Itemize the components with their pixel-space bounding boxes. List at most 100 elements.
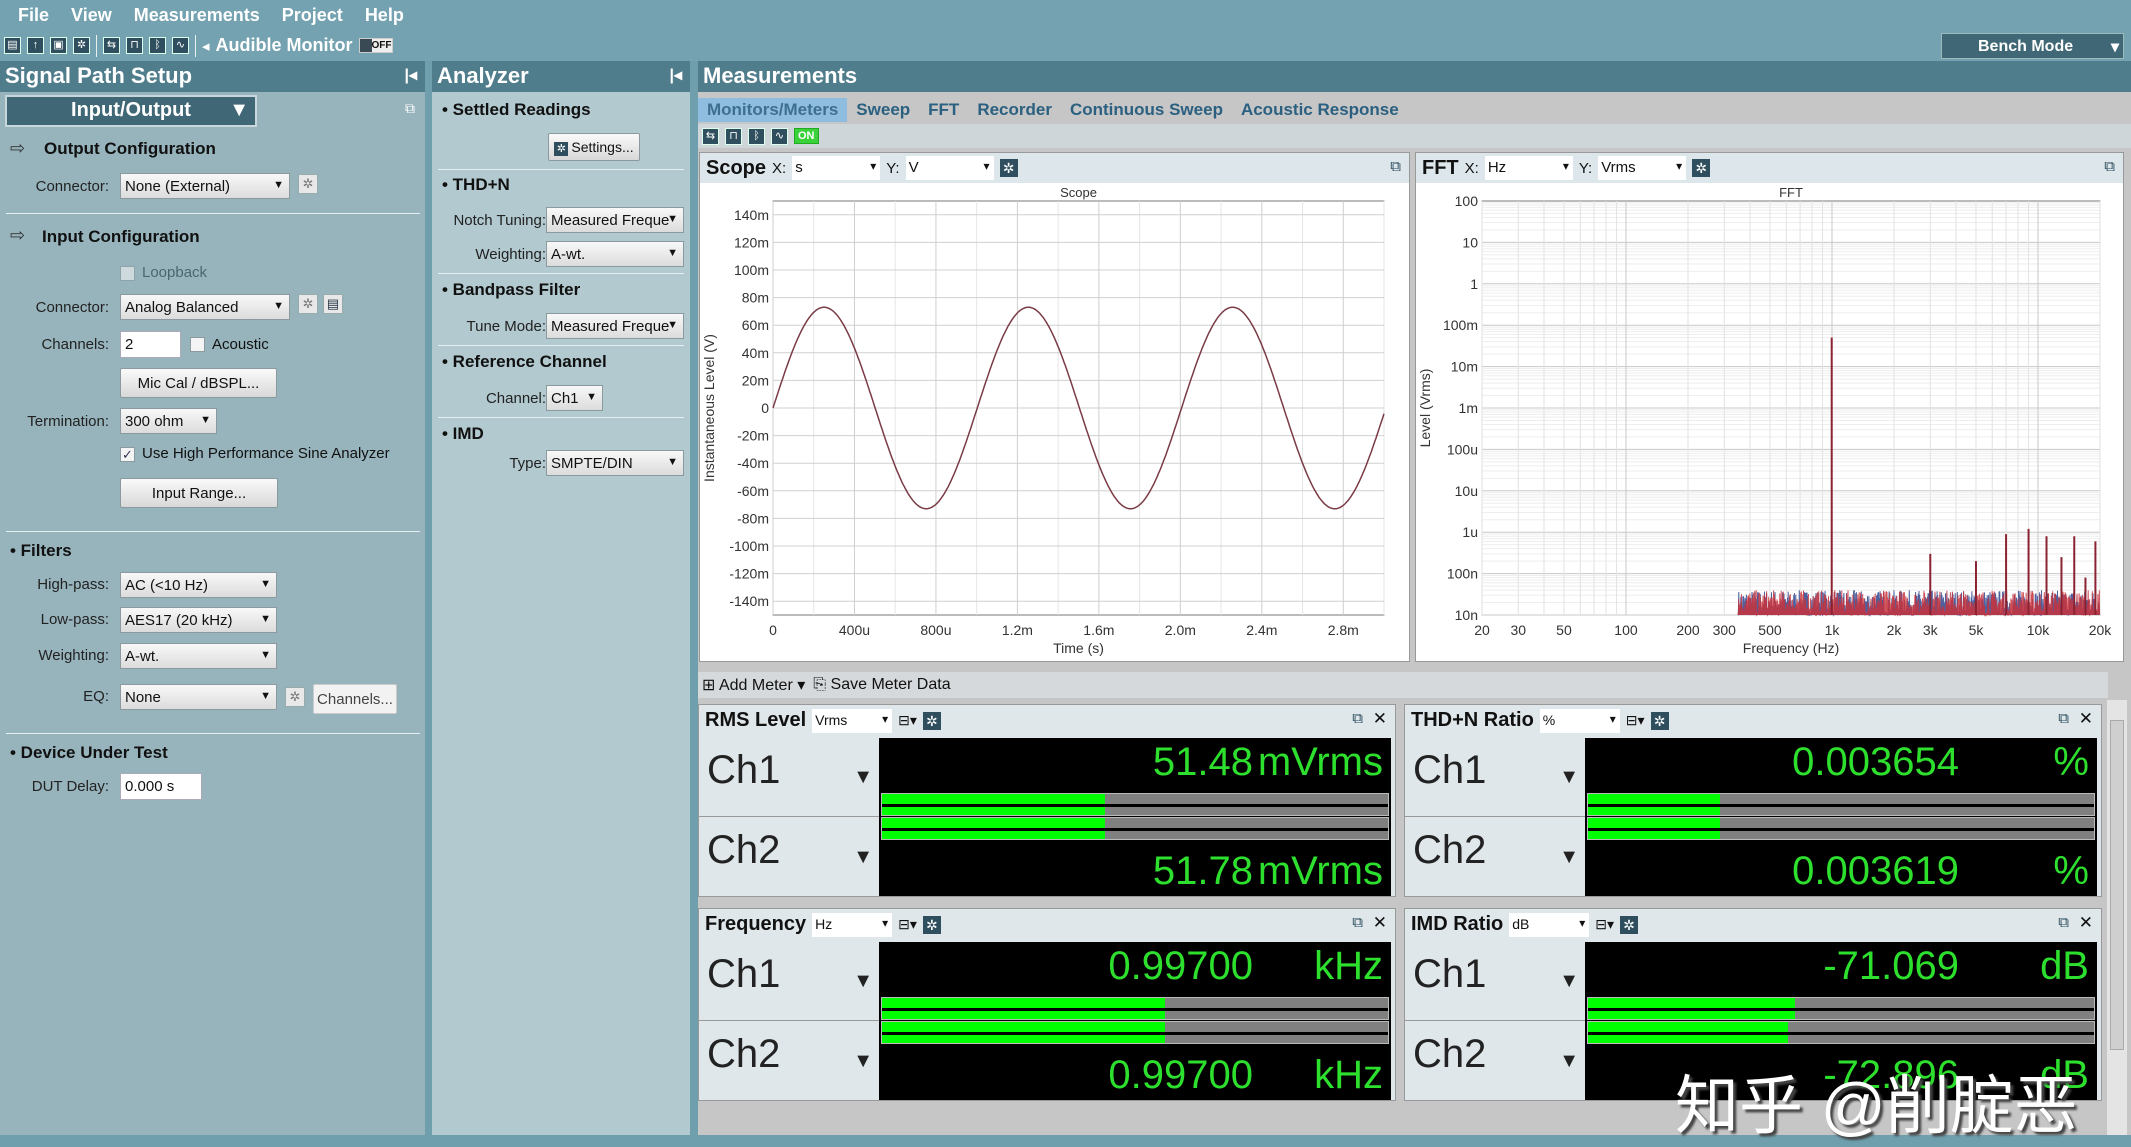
high-performance-checkbox[interactable]: ✓ (120, 447, 135, 462)
tab-fft[interactable]: FFT (919, 98, 968, 122)
open-icon[interactable]: ↑ (27, 37, 44, 54)
input-range-button[interactable]: Input Range... (120, 478, 278, 508)
loopback-checkbox[interactable] (120, 266, 135, 281)
new-file-icon[interactable]: ▤ (4, 37, 21, 54)
gear-icon[interactable]: ✲ (922, 915, 941, 934)
channel-dropdown-arrow[interactable]: ▼ (853, 846, 873, 869)
lowpass-dropdown[interactable]: AES17 (20 kHz) (120, 607, 277, 633)
popout-icon[interactable]: ⧉ (2104, 158, 2115, 175)
fft-y-unit-select[interactable]: Vrms (1598, 156, 1687, 180)
chart-icon[interactable]: ⊟▾ (1626, 712, 1645, 729)
save-meter-data-button[interactable]: ⎘ Save Meter Data (813, 676, 950, 694)
tab-recorder[interactable]: Recorder (968, 98, 1061, 122)
menu-view[interactable]: View (71, 5, 112, 26)
termination-dropdown[interactable]: 300 ohm (120, 408, 217, 434)
channel-dropdown-arrow[interactable]: ▼ (853, 970, 873, 993)
acoustic-checkbox[interactable] (190, 337, 205, 352)
highpass-dropdown[interactable]: AC (<10 Hz) (120, 572, 277, 598)
meter-unit-select[interactable]: % (1539, 708, 1620, 733)
scope-y-unit-select[interactable]: V (905, 156, 994, 180)
gear-icon[interactable]: ✲ (1692, 159, 1711, 177)
scope-x-unit-select[interactable]: s (792, 156, 881, 180)
meter-display: 0.003654% 0.003619% (1585, 738, 2097, 896)
popout-icon[interactable]: ⧉ (1352, 710, 1363, 727)
meter-unit-select[interactable]: dB (1509, 912, 1590, 937)
generator-toggle[interactable]: ON (794, 128, 819, 144)
close-icon[interactable]: ✕ (1373, 913, 1387, 933)
meter-rms-level: RMS LevelVrms⊟▾✲⧉✕51.48mVrms51.78mVrmsCh… (698, 704, 1396, 897)
scrollbar-thumb[interactable] (2110, 720, 2124, 1050)
bluetooth-icon[interactable]: ᛒ (748, 127, 765, 145)
popout-icon[interactable]: ⧉ (2058, 914, 2069, 931)
fft-x-unit-select[interactable]: Hz (1484, 156, 1573, 180)
pulse-icon[interactable]: ⊓ (725, 127, 742, 145)
gear-icon[interactable]: ✲ (1619, 915, 1638, 934)
y-axis-label: Instantaneous Level (V) (701, 334, 717, 482)
chart-icon[interactable]: ⊟▾ (898, 712, 917, 729)
meter-unit-select[interactable]: Vrms (812, 708, 893, 733)
popout-icon[interactable]: ⧉ (2058, 710, 2069, 727)
popout-icon[interactable]: ⧉ (405, 100, 415, 117)
settings-button[interactable]: ✲ Settings... (548, 133, 640, 161)
menu-project[interactable]: Project (282, 5, 343, 26)
tab-sweep[interactable]: Sweep (847, 98, 919, 122)
pin-icon[interactable]: |◂ (669, 65, 682, 85)
channel-dropdown-arrow[interactable]: ▼ (1559, 846, 1579, 869)
weighting-dropdown[interactable]: A-wt. (120, 643, 277, 669)
tab-continuous-sweep[interactable]: Continuous Sweep (1061, 98, 1232, 122)
meter-unit-select[interactable]: Hz (812, 912, 893, 937)
output-connector-dropdown[interactable]: None (External) (120, 173, 290, 199)
chart-icon[interactable]: ⊟▾ (1595, 916, 1614, 933)
popout-icon[interactable]: ⧉ (1352, 914, 1363, 931)
mic-cal-button[interactable]: Mic Cal / dBSPL... (120, 368, 277, 398)
close-icon[interactable]: ✕ (2079, 913, 2093, 933)
imd-type-dropdown[interactable]: SMPTE/DIN (546, 450, 684, 476)
panel-icon[interactable]: ▤ (323, 294, 343, 314)
audible-monitor-toggle[interactable]: OFF (358, 38, 393, 53)
menu-file[interactable]: File (18, 5, 49, 26)
gear-icon[interactable]: ✲ (922, 711, 941, 730)
channel-dropdown-arrow[interactable]: ▼ (1559, 766, 1579, 789)
close-icon[interactable]: ✕ (2079, 709, 2093, 729)
gear-icon[interactable]: ✲ (999, 159, 1018, 177)
bench-mode-dropdown[interactable]: Bench Mode ▾ (1941, 33, 2124, 59)
pulse-icon[interactable]: ⊓ (126, 37, 143, 54)
gear-icon[interactable]: ✲ (298, 294, 318, 314)
tab-monitors-meters[interactable]: Monitors/Meters (698, 98, 848, 122)
chart-icon[interactable]: ⊟▾ (898, 916, 917, 933)
waveform-add-icon[interactable]: ∿ (771, 127, 788, 145)
tab-acoustic-response[interactable]: Acoustic Response (1232, 98, 1408, 122)
reference-channel-dropdown[interactable]: Ch1 (546, 385, 603, 411)
eq-channels-button[interactable]: Channels... (313, 684, 397, 714)
channel-dropdown-arrow[interactable]: ▼ (1559, 970, 1579, 993)
tune-mode-dropdown[interactable]: Measured Freque (546, 313, 684, 339)
gear-icon[interactable]: ✲ (298, 174, 318, 194)
view-select-dropdown[interactable]: Input/Output ▼ (5, 95, 257, 127)
pin-icon[interactable]: |◂ (404, 65, 417, 85)
channel-dropdown-arrow[interactable]: ▼ (853, 766, 873, 789)
channel-dropdown-arrow[interactable]: ▼ (853, 1050, 873, 1073)
swap-icon[interactable]: ⇆ (702, 127, 719, 145)
settings-icon[interactable]: ✲ (73, 37, 90, 54)
dut-delay-input[interactable]: 0.000 s (120, 773, 202, 800)
channel-dropdown-arrow[interactable]: ▼ (1559, 1050, 1579, 1073)
bluetooth-icon[interactable]: ᛒ (149, 37, 166, 54)
analyzer-weighting-dropdown[interactable]: A-wt. (546, 241, 684, 267)
menu-help[interactable]: Help (365, 5, 404, 26)
notch-tuning-dropdown[interactable]: Measured Freque (546, 207, 684, 233)
menu-measurements[interactable]: Measurements (134, 5, 260, 26)
swap-icon[interactable]: ⇆ (103, 37, 120, 54)
x-tick-label: 0 (769, 622, 777, 638)
meters-scrollbar[interactable] (2107, 700, 2127, 1135)
popout-icon[interactable]: ⧉ (1390, 158, 1401, 175)
gear-icon[interactable]: ✲ (1650, 711, 1669, 730)
save-icon[interactable]: ▣ (50, 37, 67, 54)
waveform-add-icon[interactable]: ∿ (172, 37, 189, 54)
gear-icon[interactable]: ✲ (285, 687, 305, 707)
eq-dropdown[interactable]: None (120, 684, 277, 710)
close-icon[interactable]: ✕ (1373, 709, 1387, 729)
watermark: 知乎 @削腚恶 (1675, 1070, 2078, 1142)
add-meter-button[interactable]: ⊞ Add Meter ▾ (702, 675, 805, 695)
channels-stepper[interactable]: 2 (120, 331, 181, 358)
input-connector-dropdown[interactable]: Analog Balanced (120, 294, 290, 320)
